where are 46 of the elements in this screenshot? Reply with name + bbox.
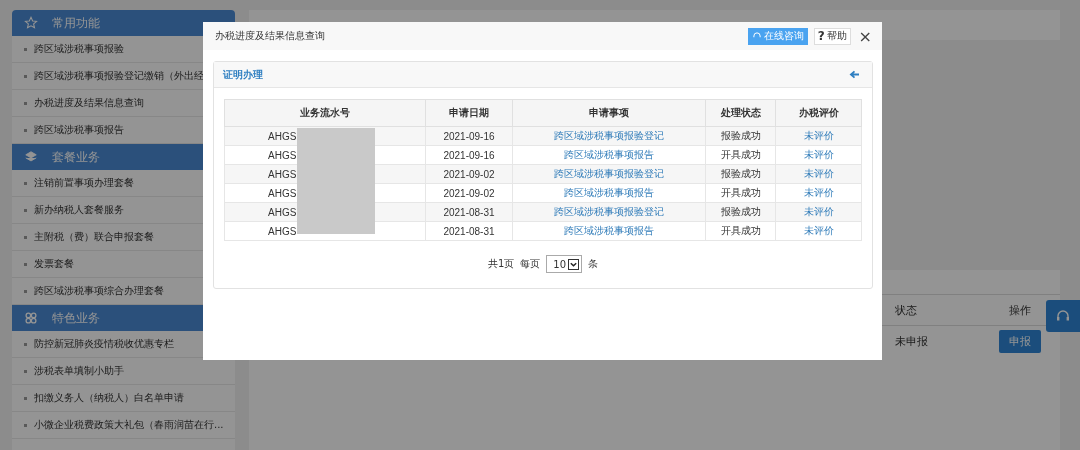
rating-link[interactable]: 未评价 xyxy=(803,206,834,217)
sidebar-item[interactable]: 小微企业税费政策大礼包（春雨润苗在行... xyxy=(12,412,235,439)
rating-link[interactable]: 未评价 xyxy=(803,130,834,141)
table-cell-text: 未申报 xyxy=(895,333,929,349)
column-header: 申请事项 xyxy=(512,99,706,127)
rating-link[interactable]: 未评价 xyxy=(803,187,834,198)
group-title: 常用功能 xyxy=(52,14,100,32)
layers-icon xyxy=(24,150,38,164)
rating-link[interactable]: 未评价 xyxy=(803,168,834,179)
group-title: 特色业务 xyxy=(52,309,100,327)
per-page-label: 每页 xyxy=(520,257,541,271)
unit-label: 条 xyxy=(588,257,599,271)
table-cell: AHGS xyxy=(268,168,297,180)
declare-button[interactable]: 申报 xyxy=(999,329,1041,353)
caret-icon xyxy=(568,258,580,270)
table-cell: 开具成功 xyxy=(705,183,776,203)
consult-float-button[interactable] xyxy=(1046,300,1080,332)
table-cell: 2021-09-16 xyxy=(425,145,513,165)
table-cell: 2021-08-31 xyxy=(425,221,513,241)
rating-link[interactable]: 未评价 xyxy=(803,149,834,160)
rating-link[interactable]: 未评价 xyxy=(803,225,834,236)
group-title: 套餐业务 xyxy=(52,148,100,166)
page-count: 共1页 xyxy=(487,257,515,271)
table-cell: AHGS xyxy=(268,149,297,161)
column-header: 业务流水号 xyxy=(224,99,426,127)
table-cell: AHGS xyxy=(268,225,297,237)
back-arrow-icon[interactable] xyxy=(849,70,860,79)
column-header: 操作 xyxy=(1008,302,1032,318)
close-button[interactable]: × xyxy=(856,26,874,46)
column-header: 办税评价 xyxy=(775,99,862,127)
headset-icon xyxy=(1055,308,1071,324)
table-cell: 开具成功 xyxy=(705,145,776,165)
table-cell: 开具成功 xyxy=(705,221,776,241)
clover-icon xyxy=(24,311,38,325)
sidebar-item[interactable]: 扣缴义务人（纳税人）白名单申请 xyxy=(12,385,235,412)
page-size-select[interactable]: 10 xyxy=(546,255,583,273)
consult-button[interactable]: 在线咨询 xyxy=(747,27,808,45)
table-cell: AHGS xyxy=(268,206,297,218)
column-header: 处理状态 xyxy=(705,99,776,127)
star-icon xyxy=(24,16,38,30)
column-header: 申请日期 xyxy=(425,99,513,127)
table-cell: 2021-09-02 xyxy=(425,183,513,203)
table-cell: AHGS xyxy=(268,187,297,199)
column-header: 状态 xyxy=(895,302,918,318)
table-cell: AHGS xyxy=(268,130,297,142)
help-button[interactable]: ? 帮助 xyxy=(813,27,851,45)
